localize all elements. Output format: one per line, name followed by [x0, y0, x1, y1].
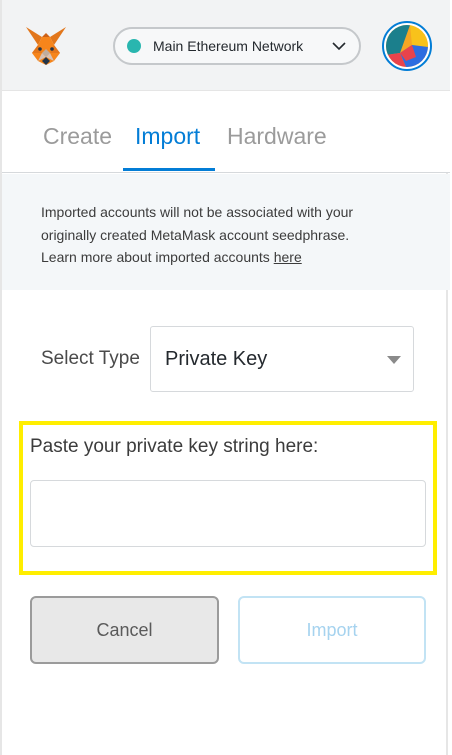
caret-down-icon [387, 356, 401, 364]
active-tab-indicator [123, 168, 215, 171]
metamask-fox-icon[interactable] [24, 25, 68, 67]
select-type-label: Select Type [41, 348, 140, 369]
tab-import[interactable]: Import [135, 123, 200, 150]
import-button[interactable]: Import [238, 596, 426, 664]
chevron-down-icon [332, 42, 346, 51]
info-line-2: originally created MetaMask account seed… [41, 226, 350, 243]
metamask-popup: Main Ethereum Network Create Import Hard… [0, 0, 450, 755]
tab-create[interactable]: Create [43, 123, 112, 150]
tab-hardware[interactable]: Hardware [227, 123, 327, 150]
info-line-3-text: Learn more about imported accounts [41, 249, 274, 265]
account-tabs: Create Import Hardware [2, 91, 450, 173]
import-info-panel: Imported accounts will not be associated… [2, 174, 450, 290]
network-status-dot [127, 39, 141, 53]
private-key-input[interactable] [30, 480, 426, 547]
info-line-3: Learn more about imported accounts here [41, 246, 420, 269]
learn-more-link[interactable]: here [274, 249, 302, 265]
network-selector[interactable]: Main Ethereum Network [113, 27, 361, 65]
network-name: Main Ethereum Network [153, 38, 304, 54]
private-key-label: Paste your private key string here: [30, 436, 319, 457]
import-type-dropdown[interactable]: Private Key [150, 326, 414, 392]
info-line-1: Imported accounts will not be associated… [41, 204, 354, 220]
account-avatar[interactable] [382, 21, 432, 71]
account-identicon-icon [386, 25, 428, 67]
cancel-button[interactable]: Cancel [30, 596, 219, 664]
import-type-value: Private Key [165, 348, 268, 370]
app-header: Main Ethereum Network [2, 0, 450, 91]
